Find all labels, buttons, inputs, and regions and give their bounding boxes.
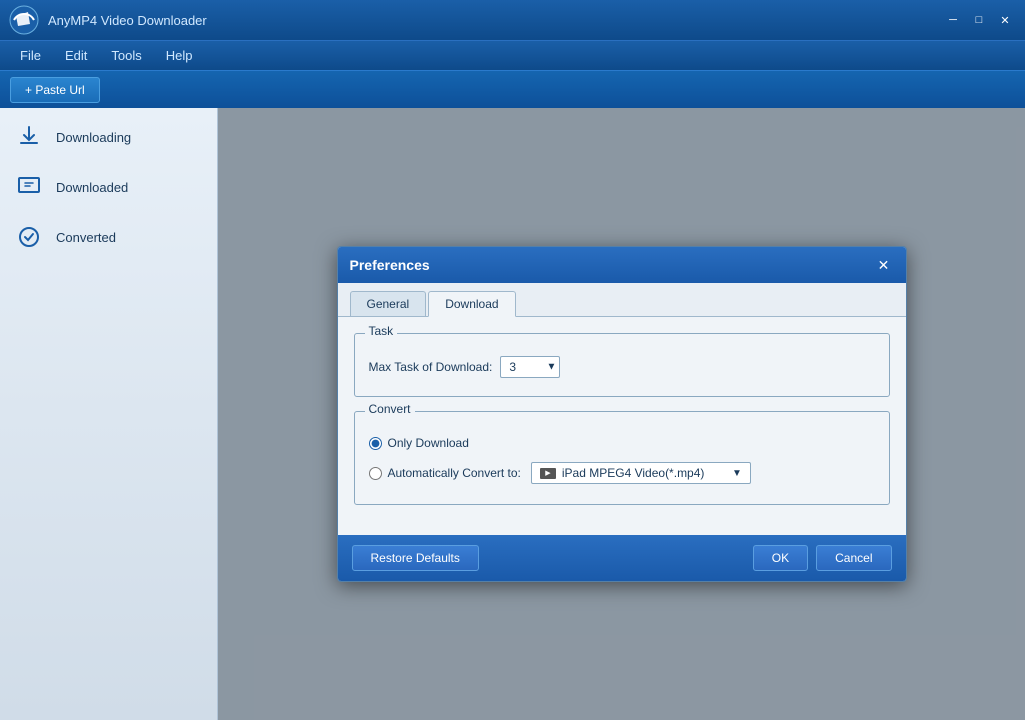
convert-select-arrow: ▼ xyxy=(732,468,742,479)
downloaded-icon xyxy=(14,172,44,202)
sidebar-item-downloading[interactable]: Downloading xyxy=(0,112,217,162)
modal-overlay: Preferences ✕ General Download Task xyxy=(218,108,1025,720)
menu-tools[interactable]: Tools xyxy=(99,44,153,67)
only-download-label[interactable]: Only Download xyxy=(388,436,469,450)
task-group: Task Max Task of Download: 1 2 3 4 xyxy=(354,333,890,397)
preferences-dialog: Preferences ✕ General Download Task xyxy=(337,246,907,582)
dialog-footer: Restore Defaults OK Cancel xyxy=(338,535,906,581)
main-content: www.WISDOMIN.COM Preferences ✕ General D… xyxy=(218,108,1025,720)
cancel-button[interactable]: Cancel xyxy=(816,545,891,571)
dialog-titlebar: Preferences ✕ xyxy=(338,247,906,283)
task-group-title: Task xyxy=(365,324,398,338)
dialog-title: Preferences xyxy=(350,257,430,273)
menu-edit[interactable]: Edit xyxy=(53,44,99,67)
main-layout: Downloading Downloaded Converted w xyxy=(0,108,1025,720)
format-icon: ▶ xyxy=(540,468,556,479)
sidebar: Downloading Downloaded Converted xyxy=(0,108,218,720)
minimize-button[interactable]: ─ xyxy=(941,10,965,30)
restore-button[interactable]: □ xyxy=(967,10,991,30)
only-download-radio[interactable] xyxy=(369,437,382,450)
footer-right: OK Cancel xyxy=(753,545,892,571)
menu-help[interactable]: Help xyxy=(154,44,205,67)
titlebar: AnyMP4 Video Downloader ─ □ ✕ xyxy=(0,0,1025,40)
dialog-body: Task Max Task of Download: 1 2 3 4 xyxy=(338,317,906,535)
convert-format-label: iPad MPEG4 Video(*.mp4) xyxy=(562,466,705,480)
max-task-label: Max Task of Download: xyxy=(369,360,493,374)
close-button[interactable]: ✕ xyxy=(993,10,1017,30)
dialog-close-button[interactable]: ✕ xyxy=(874,255,894,275)
sidebar-label-downloading: Downloading xyxy=(56,130,131,145)
convert-select-inner: ▶ iPad MPEG4 Video(*.mp4) xyxy=(540,466,726,480)
convert-group-title: Convert xyxy=(365,402,415,416)
task-group-content: Max Task of Download: 1 2 3 4 5 xyxy=(369,352,875,382)
convert-format-select[interactable]: ▶ iPad MPEG4 Video(*.mp4) ▼ xyxy=(531,462,751,484)
sidebar-item-converted[interactable]: Converted xyxy=(0,212,217,262)
convert-group-content: Only Download Automatically Convert to: … xyxy=(369,430,875,490)
paste-url-button[interactable]: + Paste Url xyxy=(10,77,100,103)
ok-button[interactable]: OK xyxy=(753,545,808,571)
auto-convert-row: Automatically Convert to: ▶ iPad MPEG4 V… xyxy=(369,456,875,490)
convert-group: Convert Only Download Automatically Conv… xyxy=(354,411,890,505)
auto-convert-radio[interactable] xyxy=(369,467,382,480)
footer-left: Restore Defaults xyxy=(352,545,479,571)
converted-icon xyxy=(14,222,44,252)
menubar: File Edit Tools Help xyxy=(0,40,1025,70)
window-controls: ─ □ ✕ xyxy=(941,10,1017,30)
app-logo xyxy=(8,4,40,36)
sidebar-item-downloaded[interactable]: Downloaded xyxy=(0,162,217,212)
sidebar-label-downloaded: Downloaded xyxy=(56,180,128,195)
toolbar: + Paste Url xyxy=(0,70,1025,108)
sidebar-label-converted: Converted xyxy=(56,230,116,245)
max-task-select-wrapper: 1 2 3 4 5 ▼ xyxy=(500,356,560,378)
downloading-icon xyxy=(14,122,44,152)
menu-file[interactable]: File xyxy=(8,44,53,67)
app-title: AnyMP4 Video Downloader xyxy=(48,13,941,28)
dialog-tabs: General Download xyxy=(338,283,906,317)
max-task-select[interactable]: 1 2 3 4 5 xyxy=(500,356,560,378)
only-download-row: Only Download xyxy=(369,430,875,456)
tab-general[interactable]: General xyxy=(350,291,427,316)
restore-defaults-button[interactable]: Restore Defaults xyxy=(352,545,479,571)
auto-convert-label[interactable]: Automatically Convert to: xyxy=(388,466,521,480)
tab-download[interactable]: Download xyxy=(428,291,515,317)
convert-format-select-wrapper: ▶ iPad MPEG4 Video(*.mp4) ▼ xyxy=(531,462,751,484)
max-task-row: Max Task of Download: 1 2 3 4 5 xyxy=(369,352,875,382)
